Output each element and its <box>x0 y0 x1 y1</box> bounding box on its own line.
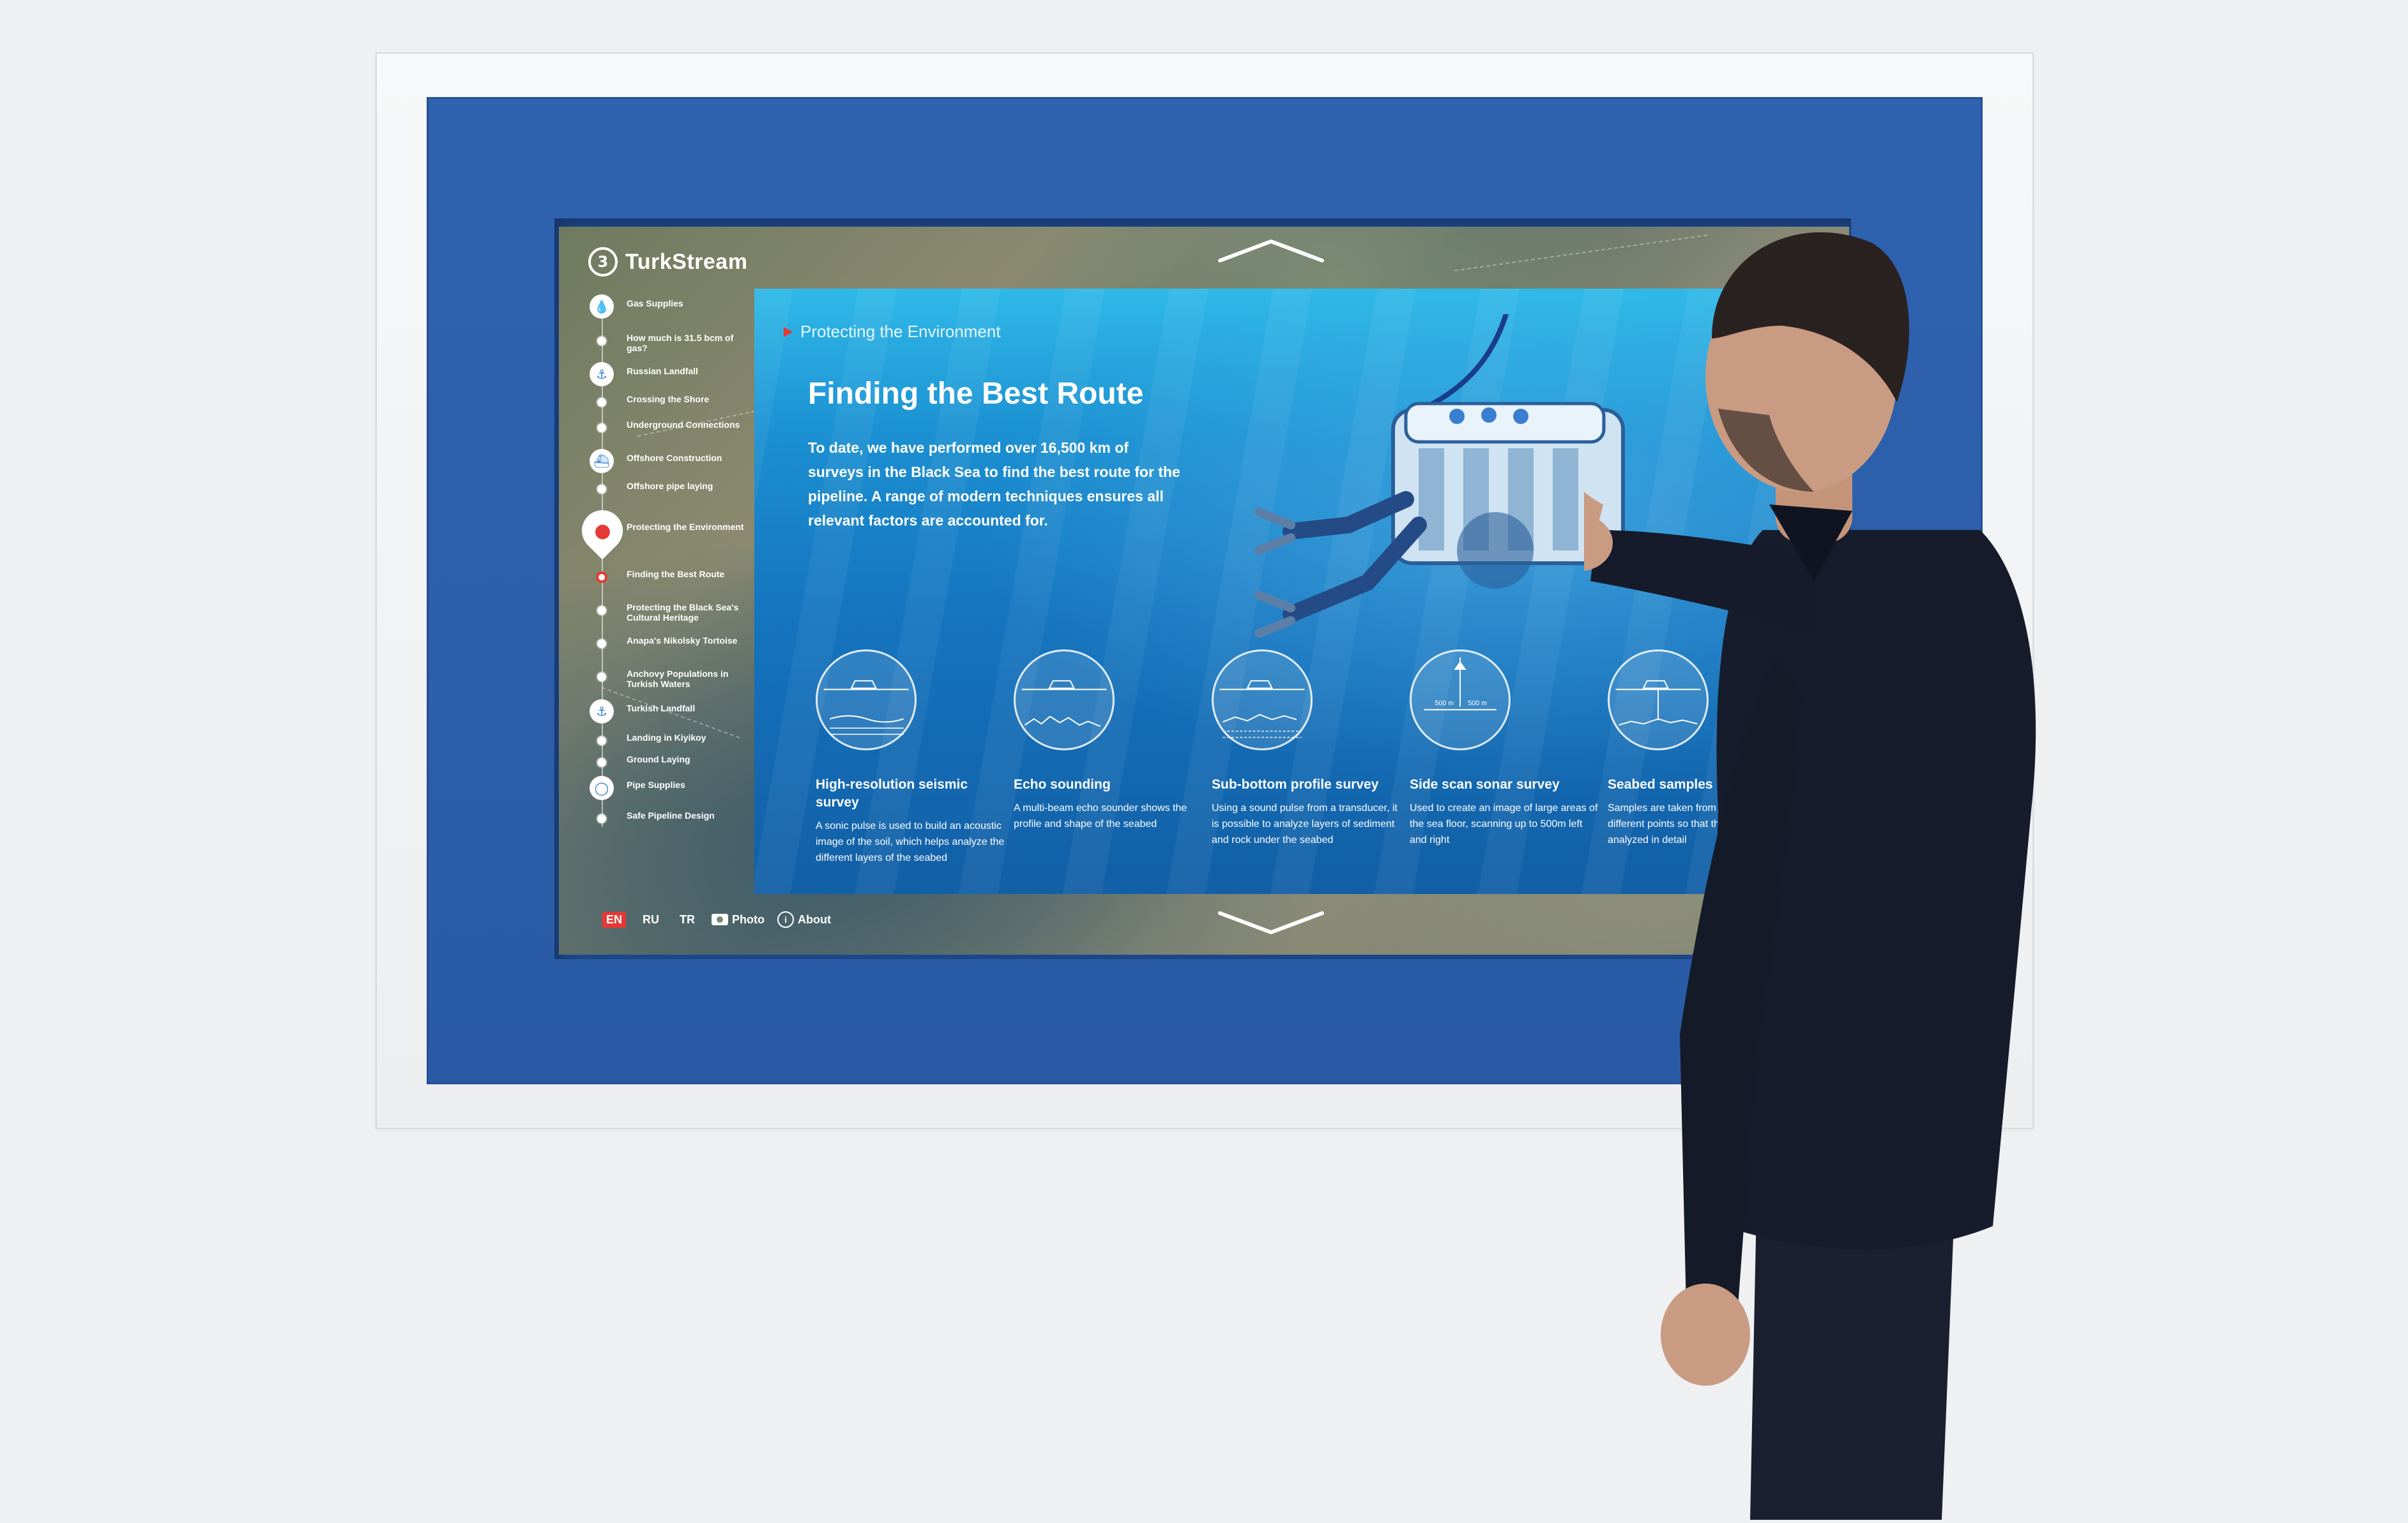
sidebar-item-label: Offshore Construction <box>627 453 722 463</box>
fish-icon: ● <box>573 501 632 560</box>
method-echo-sounding[interactable]: Echo sounding A multi-beam echo sounder … <box>1014 649 1205 832</box>
sidebar-item-cultural-heritage[interactable]: Protecting the Black Sea's Cultural Heri… <box>559 598 754 624</box>
sidebar-item-russian-landfall[interactable]: ⚓ Russian Landfall <box>559 362 754 388</box>
method-desc: Used to create an image of large areas o… <box>1410 803 1598 845</box>
fish-icon <box>784 326 793 337</box>
photo-button[interactable]: Photo <box>712 913 765 927</box>
logo-text: TurkStream <box>625 249 748 274</box>
echo-sounding-icon <box>1014 649 1115 750</box>
sidebar-item-label: Finding the Best Route <box>627 569 725 579</box>
about-button[interactable]: i About <box>777 911 831 928</box>
info-icon: i <box>777 911 795 928</box>
sidebar-item-label: Safe Pipeline Design <box>627 810 715 821</box>
sidebar-item-gas-supplies[interactable]: 💧 Gas Supplies <box>559 294 754 320</box>
bullet-icon <box>597 398 606 407</box>
seismic-survey-icon <box>816 649 917 750</box>
side-scan-sonar-icon: 500 m 500 m <box>1410 649 1511 750</box>
sidebar: 3 TurkStream 💧 Gas Supplies How much is … <box>559 227 831 955</box>
sidebar-item-label: Crossing the Shore <box>627 394 710 404</box>
lang-ru-button[interactable]: RU <box>639 912 663 928</box>
lang-tr-button[interactable]: TR <box>676 912 699 928</box>
bullet-icon <box>597 814 606 823</box>
bottom-bar: EN RU TR Photo i About <box>602 911 831 928</box>
method-side-scan-sonar[interactable]: 500 m 500 m Side scan sonar survey Used t… <box>1410 649 1601 848</box>
method-desc: A multi-beam echo sounder shows the prof… <box>1014 803 1187 830</box>
chapter-nav: 💧 Gas Supplies How much is 31.5 bcm of g… <box>559 291 754 904</box>
sidebar-item-underground-connections[interactable]: Underground Connections <box>559 416 754 441</box>
sidebar-item-offshore-pipe-laying[interactable]: Offshore pipe laying <box>559 477 754 503</box>
method-name: Side scan sonar survey <box>1410 777 1560 792</box>
bullet-icon <box>597 485 606 494</box>
landfall-icon: ⚓ <box>590 362 614 386</box>
turkstream-logo-icon: 3 <box>588 247 618 277</box>
intro-text: To date, we have performed over 16,500 k… <box>808 439 1180 529</box>
sub-bottom-profile-icon <box>1212 649 1313 750</box>
method-sub-bottom-profile[interactable]: Sub-bottom profile survey Using a sound … <box>1212 649 1403 848</box>
logo[interactable]: 3 TurkStream <box>588 247 747 277</box>
breadcrumb[interactable]: Protecting the Environment <box>784 322 1001 342</box>
sidebar-item-nikolsky-tortoise[interactable]: Anapa's Nikolsky Tortoise <box>559 632 754 657</box>
pipe-icon: ◯ <box>590 776 614 800</box>
gas-drop-icon: 💧 <box>590 294 614 319</box>
camera-icon <box>712 914 729 925</box>
landfall-icon: ⚓ <box>590 699 614 724</box>
sidebar-item-safe-pipeline-design[interactable]: Safe Pipeline Design <box>559 807 754 832</box>
sidebar-item-label: How much is 31.5 bcm of gas? <box>627 333 734 353</box>
sonar-label-right: 500 m <box>1468 700 1488 708</box>
method-name: Echo sounding <box>1014 777 1111 792</box>
sidebar-item-label: Gas Supplies <box>627 298 683 308</box>
sidebar-item-pipe-supplies[interactable]: ◯ Pipe Supplies <box>559 776 754 801</box>
sidebar-item-ground-laying[interactable]: Ground Laying <box>559 750 754 776</box>
method-name: Sub-bottom profile survey <box>1212 777 1379 792</box>
method-seismic-survey[interactable]: High-resolution seismic survey A sonic p… <box>816 649 1007 866</box>
sidebar-item-label: Protecting the Environment <box>627 522 744 532</box>
sidebar-item-finding-best-route[interactable]: Finding the Best Route <box>559 565 754 591</box>
active-bullet-icon <box>598 574 605 580</box>
sidebar-item-label: Protecting the Black Sea's Cultural Heri… <box>627 602 739 623</box>
page-title: Finding the Best Route <box>808 377 1144 411</box>
sidebar-item-label: Landing in Kiyikoy <box>627 732 706 743</box>
bullet-icon <box>597 736 606 745</box>
sidebar-item-turkish-landfall[interactable]: ⚓ Turkish Landfall <box>559 699 754 725</box>
lang-en-button[interactable]: EN <box>602 911 627 928</box>
bullet-icon <box>597 606 606 615</box>
bullet-icon <box>597 672 606 681</box>
sidebar-item-label: Russian Landfall <box>627 366 699 376</box>
bullet-icon <box>597 337 606 345</box>
sidebar-item-label: Underground Connections <box>627 420 740 430</box>
sonar-label-left: 500 m <box>1435 700 1454 708</box>
sidebar-item-label: Offshore pipe laying <box>627 481 713 491</box>
bullet-icon <box>597 639 606 648</box>
bullet-icon <box>597 758 606 767</box>
method-name: High-resolution seismic survey <box>816 777 968 810</box>
sidebar-item-offshore-construction[interactable]: ⛴ Offshore Construction <box>559 449 754 474</box>
about-label: About <box>798 913 831 926</box>
bullet-icon <box>597 423 606 432</box>
photo-label: Photo <box>732 913 765 926</box>
method-desc: Using a sound pulse from a transducer, i… <box>1212 803 1398 845</box>
sidebar-item-label: Ground Laying <box>627 754 690 764</box>
scroll-down-chevron-icon[interactable] <box>1217 910 1325 936</box>
ship-icon: ⛴ <box>590 449 614 473</box>
sidebar-item-crossing-shore[interactable]: Crossing the Shore <box>559 390 754 416</box>
sidebar-item-label: Anapa's Nikolsky Tortoise <box>627 635 738 646</box>
sidebar-item-protecting-environment[interactable]: ● Protecting the Environment <box>559 501 754 560</box>
person-figure <box>1527 172 2133 1520</box>
sidebar-item-label: Anchovy Populations in Turkish Waters <box>627 669 729 689</box>
sidebar-item-label: Turkish Landfall <box>627 703 696 713</box>
breadcrumb-label: Protecting the Environment <box>800 322 1001 341</box>
sidebar-item-31-5-bcm[interactable]: How much is 31.5 bcm of gas? <box>559 329 754 354</box>
method-desc: A sonic pulse is used to build an acoust… <box>816 821 1005 863</box>
sidebar-item-anchovy-populations[interactable]: Anchovy Populations in Turkish Waters <box>559 665 754 690</box>
sidebar-item-label: Pipe Supplies <box>627 780 685 790</box>
scroll-up-chevron-icon[interactable] <box>1217 238 1325 264</box>
